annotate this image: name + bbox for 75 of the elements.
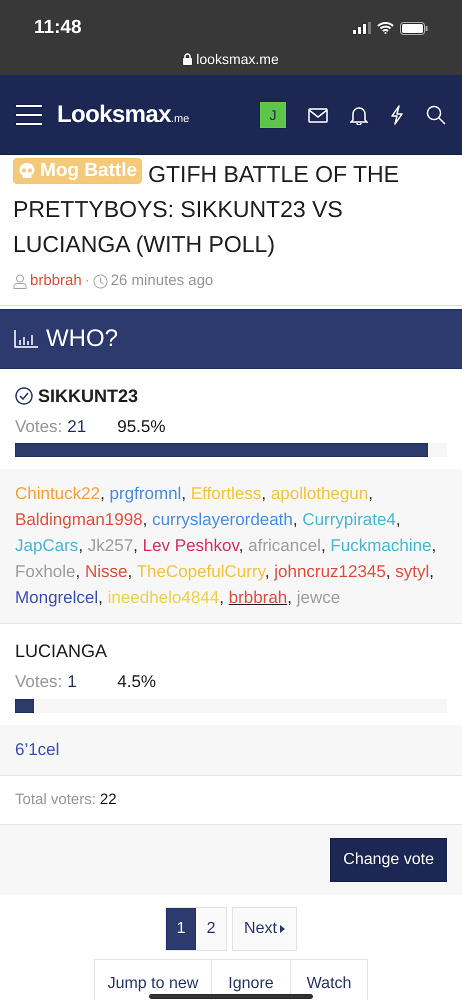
change-vote-button[interactable]: Change vote bbox=[330, 838, 447, 882]
battery-icon bbox=[400, 22, 428, 35]
comma: , bbox=[432, 536, 436, 555]
comma: , bbox=[287, 588, 292, 607]
mail-icon[interactable] bbox=[308, 108, 328, 122]
comma: , bbox=[127, 562, 132, 581]
voter-link[interactable]: prgfromnl bbox=[110, 484, 182, 503]
voter-link[interactable]: curryslayerordeath bbox=[152, 510, 293, 529]
thread-title: Mog Battle GTIFH BATTLE OF THE PRETTYBOYS: SIKKUNT23 VS LUCIANGA (WITH POLL) bbox=[13, 157, 400, 259]
voter-link[interactable]: Foxhole bbox=[15, 562, 76, 581]
poll-title: WHO? bbox=[46, 324, 118, 354]
votes-label: Votes: bbox=[15, 671, 62, 693]
comma: , bbox=[386, 562, 391, 581]
voter-link[interactable]: Baldingman1998 bbox=[15, 510, 143, 529]
voter-link[interactable]: JapCars bbox=[15, 536, 78, 555]
comma: , bbox=[396, 510, 401, 529]
signal-icon bbox=[353, 22, 371, 34]
voter-link[interactable]: Lev Peshkov bbox=[142, 536, 239, 555]
search-icon[interactable] bbox=[426, 105, 446, 125]
voter-link[interactable]: Nisse bbox=[84, 562, 128, 581]
comma: , bbox=[219, 588, 224, 607]
vote-percent: 95.5% bbox=[117, 416, 166, 438]
page-button[interactable]: 2 bbox=[196, 908, 226, 950]
author-link[interactable]: brbbrah bbox=[30, 270, 82, 292]
voter-link[interactable]: sytyl bbox=[395, 562, 430, 581]
voter-link[interactable]: johncruz12345 bbox=[274, 562, 386, 581]
wifi-icon bbox=[377, 22, 394, 34]
menu-icon[interactable] bbox=[16, 105, 42, 125]
voter-link[interactable]: africancel bbox=[248, 536, 321, 555]
separator-dot: · bbox=[84, 271, 90, 291]
voter-link[interactable]: jewce bbox=[296, 588, 340, 607]
comma: , bbox=[78, 536, 84, 555]
option-label: SIKKUNT23 bbox=[38, 384, 138, 408]
skull-icon bbox=[18, 162, 36, 180]
lightning-icon[interactable] bbox=[390, 105, 404, 125]
voter-link[interactable]: Chintuck22 bbox=[15, 484, 100, 503]
url-text[interactable]: looksmax.me bbox=[196, 48, 279, 70]
user-icon bbox=[13, 274, 27, 289]
voter-link[interactable]: Currypirate4 bbox=[302, 510, 396, 529]
comma: , bbox=[429, 562, 434, 581]
comma: , bbox=[98, 588, 103, 607]
site-logo[interactable]: Looksmax.me bbox=[57, 97, 190, 133]
option-label: LUCIANGA bbox=[15, 640, 108, 663]
caret-icon bbox=[280, 925, 285, 933]
bell-icon[interactable] bbox=[350, 105, 368, 125]
comma: , bbox=[320, 536, 326, 555]
comma: , bbox=[292, 510, 298, 529]
voter-link[interactable]: Jk257 bbox=[88, 536, 134, 555]
comma: , bbox=[75, 562, 80, 581]
vote-percent: 4.5% bbox=[117, 671, 156, 693]
comma: , bbox=[261, 484, 266, 503]
voter-link[interactable]: Fuckmachine bbox=[330, 536, 432, 555]
clock: 11:48 bbox=[34, 16, 82, 40]
total-voters-count: 22 bbox=[100, 790, 117, 808]
lock-icon bbox=[183, 53, 192, 65]
comma: , bbox=[238, 536, 244, 555]
votes-count: 21 bbox=[67, 416, 88, 438]
voter-link[interactable]: 6’1cel bbox=[15, 740, 60, 758]
voter-link[interactable]: Mongrelcel bbox=[15, 588, 98, 607]
post-time: 26 minutes ago bbox=[110, 271, 214, 291]
votes-count: 1 bbox=[67, 671, 78, 693]
total-voters-label: Total voters: bbox=[15, 790, 96, 808]
comma: , bbox=[142, 510, 148, 529]
voter-link[interactable]: brbbrah bbox=[228, 588, 288, 607]
clock-icon bbox=[92, 274, 108, 289]
votes-label: Votes: bbox=[15, 416, 62, 438]
comma: , bbox=[133, 536, 138, 555]
comma: , bbox=[368, 484, 373, 503]
comma: , bbox=[264, 562, 270, 581]
bar-chart-icon bbox=[14, 330, 38, 348]
next-page-button[interactable]: Next bbox=[232, 907, 297, 951]
comma: , bbox=[181, 484, 186, 503]
comma: , bbox=[100, 484, 105, 503]
avatar[interactable]: J bbox=[260, 102, 286, 128]
page-button[interactable]: 1 bbox=[166, 908, 196, 950]
